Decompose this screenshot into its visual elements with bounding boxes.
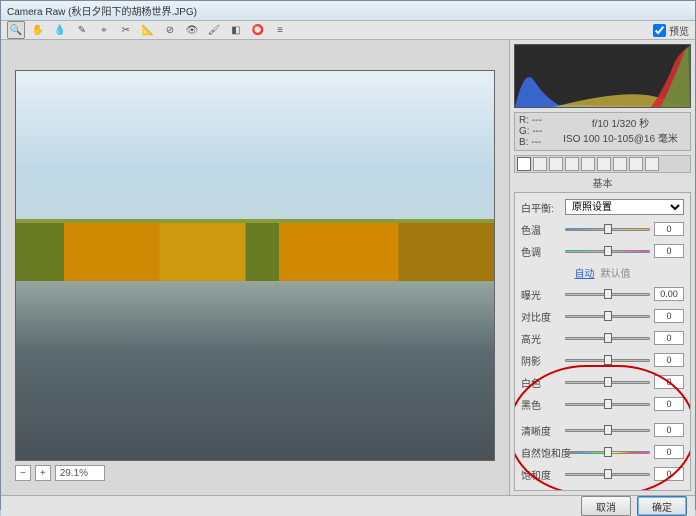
radial-filter-icon[interactable]: ⭕	[249, 21, 267, 39]
ok-button[interactable]: 确定	[637, 496, 687, 516]
main-area: − + 29.1%	[1, 40, 509, 495]
prefs-icon[interactable]: ≡	[271, 21, 289, 39]
titlebar: Camera Raw (秋日夕阳下的胡杨世界.JPG)	[1, 1, 695, 21]
whites-value[interactable]: 0	[654, 375, 684, 389]
tab-preset[interactable]	[645, 157, 659, 171]
tint-value[interactable]: 0	[654, 244, 684, 258]
clarity-slider[interactable]	[565, 423, 650, 437]
preview-check-input[interactable]	[653, 24, 666, 37]
vibrance-slider[interactable]	[565, 445, 650, 459]
contrast-slider[interactable]	[565, 309, 650, 323]
camera-raw-window: Camera Raw (秋日夕阳下的胡杨世界.JPG) 🔍 ✋ 💧 ✎ ⌖ ✂ …	[0, 0, 696, 510]
saturation-slider[interactable]	[565, 467, 650, 481]
color-sampler-icon[interactable]: ✎	[73, 21, 91, 39]
tab-hsl[interactable]	[565, 157, 579, 171]
saturation-value[interactable]: 0	[654, 467, 684, 481]
side-panel: R: --- G: --- B: --- f/10 1/320 秒 ISO 10…	[509, 40, 695, 495]
grad-filter-icon[interactable]: ◧	[227, 21, 245, 39]
exposure-value[interactable]: 0.00	[654, 287, 684, 301]
tab-detail[interactable]	[549, 157, 563, 171]
zoom-level[interactable]: 29.1%	[55, 465, 105, 481]
zoom-in-button[interactable]: +	[35, 465, 51, 481]
temp-slider[interactable]	[565, 222, 650, 236]
status-bar: − + 29.1%	[15, 461, 495, 481]
panel-tabs	[514, 155, 691, 173]
contrast-value[interactable]: 0	[654, 309, 684, 323]
vibrance-value[interactable]: 0	[654, 445, 684, 459]
auto-link[interactable]: 自动	[575, 265, 595, 280]
image-canvas[interactable]	[15, 70, 495, 461]
zoom-out-button[interactable]: −	[15, 465, 31, 481]
crop-tool-icon[interactable]: ✂	[117, 21, 135, 39]
tab-lens[interactable]	[597, 157, 611, 171]
wb-tool-icon[interactable]: 💧	[51, 21, 69, 39]
tab-fx[interactable]	[613, 157, 627, 171]
cancel-button[interactable]: 取消	[581, 496, 631, 516]
shadows-slider[interactable]	[565, 353, 650, 367]
photo-preview	[16, 71, 494, 460]
content-area: − + 29.1% R: --- G: --- B: ---	[1, 40, 695, 495]
tab-curve[interactable]	[533, 157, 547, 171]
panel-title: 基本	[510, 173, 695, 192]
tab-cal[interactable]	[629, 157, 643, 171]
tint-slider[interactable]	[565, 244, 650, 258]
clarity-value[interactable]: 0	[654, 423, 684, 437]
blacks-slider[interactable]	[565, 397, 650, 411]
highlights-slider[interactable]	[565, 331, 650, 345]
zoom-tool-icon[interactable]: 🔍	[7, 21, 25, 39]
wb-label: 白平衡:	[521, 200, 561, 215]
target-adjust-icon[interactable]: ⌖	[95, 21, 113, 39]
wb-select[interactable]: 原照设置	[565, 199, 684, 215]
auto-links: 自动默认值	[521, 265, 684, 280]
basic-panel: 白平衡: 原照设置 色温0 色调0 自动默认值 曝光0.00 对比度0 高光0 …	[514, 192, 691, 491]
tab-split[interactable]	[581, 157, 595, 171]
straighten-tool-icon[interactable]: 📐	[139, 21, 157, 39]
redeye-tool-icon[interactable]: 👁	[183, 21, 201, 39]
preview-checkbox[interactable]: 预览	[653, 23, 689, 38]
default-link[interactable]: 默认值	[601, 265, 631, 280]
exposure-slider[interactable]	[565, 287, 650, 301]
whites-slider[interactable]	[565, 375, 650, 389]
tab-basic[interactable]	[517, 157, 531, 171]
footer: 取消 确定	[1, 495, 695, 516]
histogram	[514, 44, 691, 108]
adjust-brush-icon[interactable]: 🖌	[205, 21, 223, 39]
temp-value[interactable]: 0	[654, 222, 684, 236]
blacks-value[interactable]: 0	[654, 397, 684, 411]
highlights-value[interactable]: 0	[654, 331, 684, 345]
iso-info: ISO 100 10-105@16 毫米	[555, 130, 686, 145]
exposure-info: f/10 1/320 秒	[555, 115, 686, 130]
shadows-value[interactable]: 0	[654, 353, 684, 367]
window-title: Camera Raw (秋日夕阳下的胡杨世界.JPG)	[7, 3, 197, 18]
spot-removal-icon[interactable]: ⊘	[161, 21, 179, 39]
toolbar: 🔍 ✋ 💧 ✎ ⌖ ✂ 📐 ⊘ 👁 🖌 ◧ ⭕ ≡ 预览	[1, 21, 695, 40]
preview-label: 预览	[669, 23, 689, 38]
info-readout: R: --- G: --- B: --- f/10 1/320 秒 ISO 10…	[514, 112, 691, 151]
hand-tool-icon[interactable]: ✋	[29, 21, 47, 39]
